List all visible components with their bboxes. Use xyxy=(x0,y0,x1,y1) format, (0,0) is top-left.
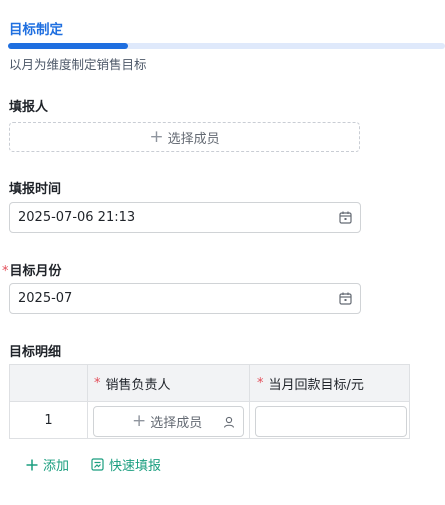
reporter-member-picker[interactable]: + 选择成员 xyxy=(9,122,360,152)
plus-icon xyxy=(26,459,38,471)
reporter-label: 填报人 xyxy=(9,100,49,115)
report-time-field[interactable]: 2025-07-06 21:13 xyxy=(9,202,361,233)
add-row-button[interactable]: 添加 xyxy=(26,455,69,474)
report-time-value: 2025-07-06 21:13 xyxy=(18,210,136,225)
quick-fill-label: 快速填报 xyxy=(109,459,162,474)
target-month-label-text: 目标月份 xyxy=(9,264,62,279)
owner-picker-placeholder: 选择成员 xyxy=(150,416,203,431)
column-header-target-label: 当月回款目标/元 xyxy=(268,377,364,393)
report-time-label: 填报时间 xyxy=(9,182,62,197)
column-divider xyxy=(87,365,88,438)
calendar-icon[interactable] xyxy=(339,211,352,224)
target-details-label: 目标明细 xyxy=(9,345,62,360)
owner-member-picker[interactable]: + 选择成员 xyxy=(93,406,244,437)
column-header-owner: * 销售负责人 xyxy=(94,365,171,401)
column-divider xyxy=(249,365,250,438)
quick-fill-button[interactable]: 快速填报 xyxy=(91,455,161,474)
reporter-add-label: 选择成员 xyxy=(167,131,220,147)
row-index: 1 xyxy=(44,412,53,428)
plus-icon: + xyxy=(149,126,164,147)
monthly-target-input[interactable] xyxy=(255,406,407,437)
calendar-icon[interactable] xyxy=(339,292,352,305)
quick-fill-icon xyxy=(91,458,104,471)
required-mark: * xyxy=(94,375,101,391)
column-header-owner-label: 销售负责人 xyxy=(105,377,171,393)
person-icon xyxy=(223,416,235,428)
required-mark: * xyxy=(257,375,264,391)
tab-active-indicator xyxy=(8,43,128,49)
tab-progress-track xyxy=(8,43,445,49)
column-header-target: * 当月回款目标/元 xyxy=(257,365,364,401)
target-details-table: * 销售负责人 * 当月回款目标/元 1 + 选择成员 xyxy=(9,364,410,439)
tab-title[interactable]: 目标制定 xyxy=(9,18,63,38)
plus-icon: + xyxy=(132,411,147,431)
target-month-field[interactable]: 2025-07 xyxy=(9,283,361,314)
required-mark: * xyxy=(2,264,9,279)
add-row-label: 添加 xyxy=(43,459,70,474)
target-month-value: 2025-07 xyxy=(18,291,73,306)
tab-subtitle: 以月为维度制定销售目标 xyxy=(9,57,147,72)
target-month-label: *目标月份 xyxy=(2,260,62,279)
